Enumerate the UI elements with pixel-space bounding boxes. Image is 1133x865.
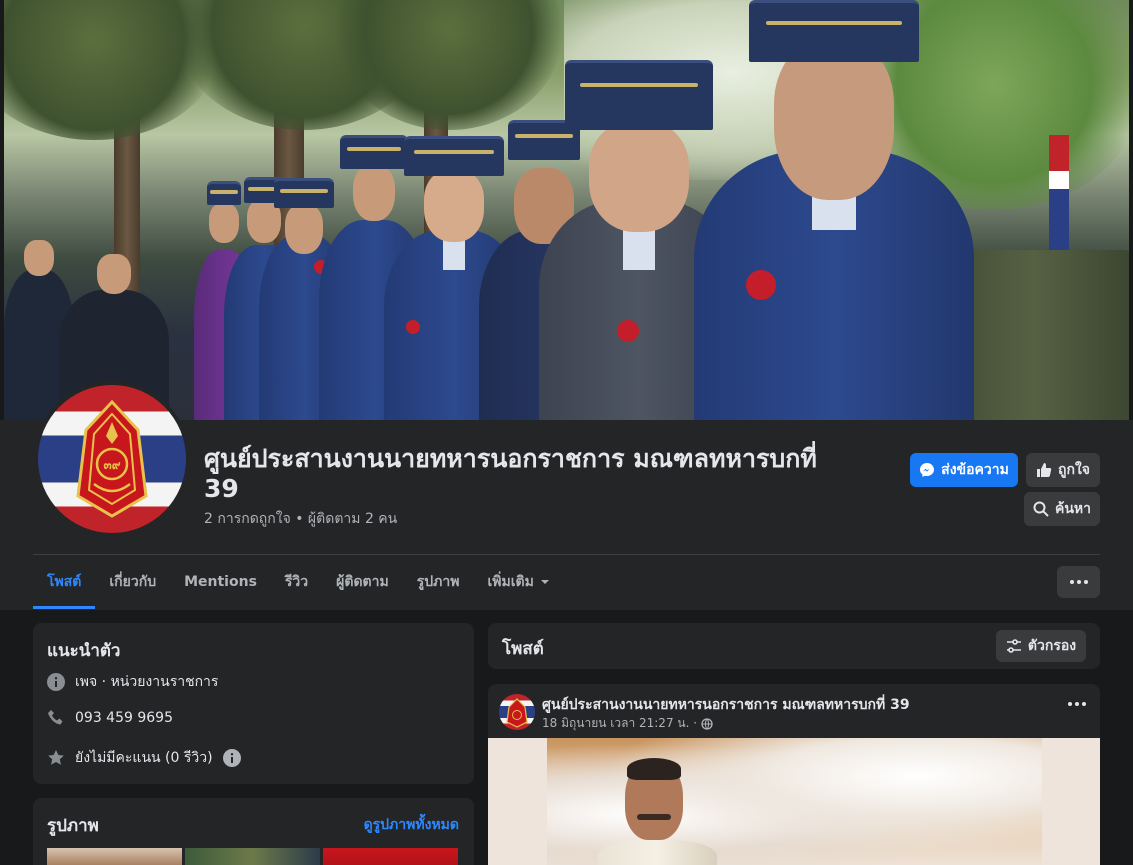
filter-button[interactable]: ตัวกรอง bbox=[996, 630, 1086, 662]
emblem-text: ๓๙ bbox=[104, 458, 121, 472]
dot bbox=[1082, 702, 1086, 706]
caret-down-icon bbox=[540, 580, 549, 584]
post-image[interactable] bbox=[488, 738, 1100, 865]
message-label: ส่งข้อความ bbox=[941, 462, 1009, 478]
header-divider bbox=[33, 554, 1100, 555]
intro-card: แนะนำตัว เพจ · หน่วยงานราชการ 093 459 96… bbox=[33, 623, 474, 784]
post-timestamp[interactable]: 18 มิถุนายน เวลา 21:27 น. · bbox=[542, 714, 697, 733]
tab-posts[interactable]: โพสต์ bbox=[33, 556, 96, 609]
posts-title: โพสต์ bbox=[502, 639, 544, 659]
tab-label: ผู้ติดตาม bbox=[336, 574, 389, 590]
intro-category-row: เพจ · หน่วยงานราชการ bbox=[47, 671, 218, 693]
message-button[interactable]: ส่งข้อความ bbox=[910, 453, 1018, 487]
tab-label: Mentions bbox=[184, 574, 257, 590]
thumbs-up-icon bbox=[1037, 463, 1052, 477]
intro-title: แนะนำตัว bbox=[47, 641, 121, 661]
search-label: ค้นหา bbox=[1054, 501, 1092, 517]
tab-photos[interactable]: รูปภาพ bbox=[403, 556, 474, 608]
like-label: ถูกใจ bbox=[1058, 462, 1090, 478]
post-author-name[interactable]: ศูนย์ประสานงานนายทหารนอกราชการ มณฑลทหารบ… bbox=[542, 694, 910, 716]
tab-mentions[interactable]: Mentions bbox=[170, 556, 271, 608]
photo-thumbnail[interactable] bbox=[185, 848, 320, 865]
intro-category: เพจ · หน่วยงานราชการ bbox=[75, 674, 219, 690]
filter-label: ตัวกรอง bbox=[1027, 638, 1077, 654]
search-icon bbox=[1033, 501, 1049, 517]
veteran-figure bbox=[694, 0, 974, 420]
info-icon bbox=[47, 673, 65, 691]
photos-card: รูปภาพ ดูรูปภาพทั้งหมด bbox=[33, 798, 474, 865]
more-options-button[interactable] bbox=[1057, 566, 1100, 598]
intro-rating-row: ยังไม่มีคะแนน (0 รีวิว) bbox=[47, 747, 241, 769]
post-options-button[interactable] bbox=[1068, 702, 1086, 706]
post-author-avatar[interactable] bbox=[499, 694, 535, 730]
portrait-mustache bbox=[637, 814, 671, 820]
photo-thumbnail[interactable] bbox=[323, 848, 458, 865]
tab-label: โพสต์ bbox=[47, 574, 82, 590]
emblem-icon: ๓๙ bbox=[76, 400, 148, 518]
avatar-image: ๓๙ bbox=[38, 385, 186, 533]
tab-followers[interactable]: ผู้ติดตาม bbox=[322, 556, 403, 608]
photos-title: รูปภาพ bbox=[47, 816, 99, 836]
tab-label: เกี่ยวกับ bbox=[109, 574, 157, 590]
photo-thumbnail[interactable] bbox=[47, 848, 182, 865]
posts-header-card: โพสต์ ตัวกรอง bbox=[488, 623, 1100, 669]
portrait-hair bbox=[627, 758, 681, 780]
dot bbox=[1068, 702, 1072, 706]
page-tabs: โพสต์ เกี่ยวกับ Mentions รีวิว ผู้ติดตาม… bbox=[33, 556, 564, 609]
rating-info-icon[interactable] bbox=[222, 749, 241, 767]
dot bbox=[1076, 580, 1081, 584]
post-meta: 18 มิถุนายน เวลา 21:27 น. · bbox=[542, 714, 713, 733]
search-button[interactable]: ค้นหา bbox=[1024, 492, 1100, 526]
intro-phone[interactable]: 093 459 9695 bbox=[75, 710, 173, 726]
globe-icon bbox=[701, 717, 713, 730]
tab-label: รูปภาพ bbox=[416, 574, 460, 590]
cover-photo[interactable] bbox=[4, 0, 1129, 420]
page-title: ศูนย์ประสานงานนายทหารนอกราชการ มณฑลทหารบ… bbox=[204, 444, 817, 503]
filter-icon bbox=[1006, 639, 1021, 653]
post-card: ศูนย์ประสานงานนายทหารนอกราชการ มณฑลทหารบ… bbox=[488, 684, 1100, 865]
page-stats[interactable]: 2 การกดถูกใจ • ผู้ติดตาม 2 คน bbox=[204, 508, 397, 530]
dot bbox=[1083, 580, 1088, 584]
intro-phone-row: 093 459 9695 bbox=[47, 709, 173, 727]
star-icon bbox=[47, 749, 65, 767]
page-avatar[interactable]: ๓๙ bbox=[34, 381, 190, 537]
dot bbox=[1069, 580, 1074, 584]
dot bbox=[1075, 702, 1079, 706]
tab-label: เพิ่มเติม bbox=[487, 574, 534, 590]
tab-more[interactable]: เพิ่มเติม bbox=[473, 556, 563, 608]
tab-label: รีวิว bbox=[284, 574, 309, 590]
phone-icon bbox=[47, 709, 65, 727]
emblem-icon bbox=[506, 698, 528, 728]
messenger-icon bbox=[920, 463, 935, 477]
like-button[interactable]: ถูกใจ bbox=[1026, 453, 1100, 487]
portrait-uniform bbox=[597, 840, 717, 865]
tab-about[interactable]: เกี่ยวกับ bbox=[95, 556, 170, 608]
intro-rating: ยังไม่มีคะแนน (0 รีวิว) bbox=[75, 750, 213, 766]
see-all-photos-link[interactable]: ดูรูปภาพทั้งหมด bbox=[364, 814, 459, 836]
tab-reviews[interactable]: รีวิว bbox=[271, 556, 322, 608]
portrait-image bbox=[547, 738, 1042, 865]
